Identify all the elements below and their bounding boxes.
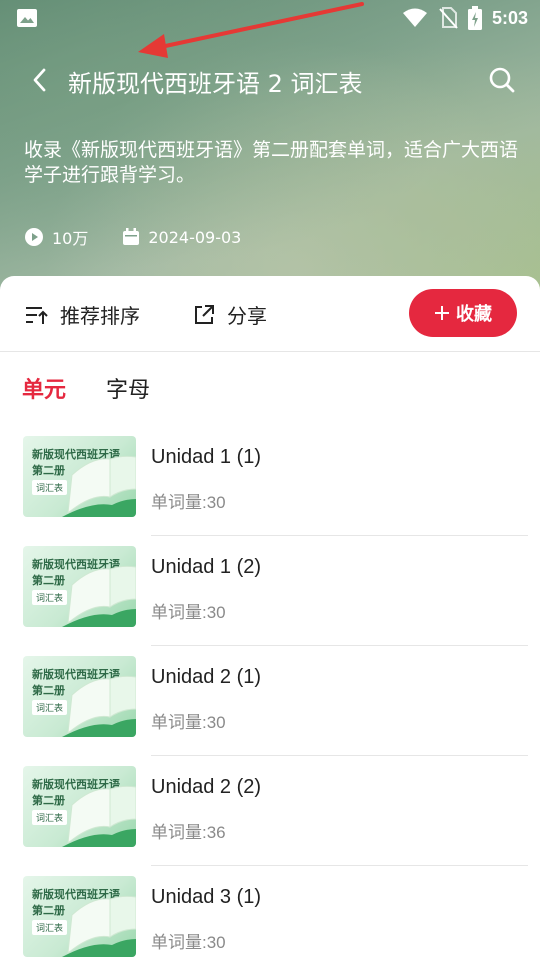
unit-list-item[interactable]: 新版现代西班牙语 第二册 词汇表 Unidad 2 (2) 单词量:36: [0, 756, 540, 866]
top-app-bar: 新版现代西班牙语 2 词汇表: [0, 50, 540, 110]
open-book-icon: [62, 565, 136, 627]
back-button[interactable]: [22, 62, 58, 98]
favorite-label: 收藏: [456, 304, 492, 325]
book-cover-thumbnail: 新版现代西班牙语 第二册 词汇表: [23, 436, 136, 517]
book-cover-thumbnail: 新版现代西班牙语 第二册 词汇表: [23, 876, 136, 957]
back-arrow-icon: [33, 68, 46, 92]
cover-volume: 第二册: [32, 574, 65, 587]
cover-volume: 第二册: [32, 904, 65, 917]
action-bar: 推荐排序 分享 收藏: [0, 276, 540, 352]
book-cover-thumbnail: 新版现代西班牙语 第二册 词汇表: [23, 546, 136, 627]
share-label: 分享: [227, 304, 267, 328]
unit-title: Unidad 2 (1): [151, 666, 262, 688]
tab-bar: 单元 字母: [22, 372, 150, 404]
sort-button[interactable]: 推荐排序: [24, 300, 140, 329]
unit-list-item[interactable]: 新版现代西班牙语 第二册 词汇表 Unidad 1 (2) 单词量:30: [0, 536, 540, 646]
tab-alphabet[interactable]: 字母: [106, 372, 150, 404]
play-count-label: 10万: [52, 229, 89, 248]
plus-icon: [435, 306, 449, 320]
open-book-icon: [62, 895, 136, 957]
unit-list-item[interactable]: 新版现代西班牙语 第二册 词汇表 Unidad 1 (1) 单词量:30: [0, 426, 540, 536]
publish-date-label: 2024-09-03: [148, 227, 242, 247]
search-icon: [489, 67, 515, 93]
collection-description: 收录《新版现代西班牙语》第二册配套单词，适合广大西语学子进行跟背学习。: [24, 139, 519, 186]
unit-word-count: 单词量:30: [151, 713, 226, 732]
status-time: 5:03: [491, 7, 528, 28]
status-bar: 5:03: [0, 0, 540, 36]
cover-volume: 第二册: [32, 794, 65, 807]
unit-title: Unidad 2 (2): [151, 776, 262, 798]
play-count: 10万: [24, 225, 88, 249]
play-circle-icon: [25, 228, 43, 246]
share-button[interactable]: 分享: [193, 300, 267, 329]
content-sheet: 推荐排序 分享 收藏 单元 字母 新版现代西班牙语 第二册 词汇表 Unidad…: [0, 276, 540, 960]
unit-word-count: 单词量:30: [151, 603, 226, 622]
book-cover-thumbnail: 新版现代西班牙语 第二册 词汇表: [23, 656, 136, 737]
search-button[interactable]: [484, 62, 520, 98]
publish-date: 2024-09-03: [122, 228, 241, 247]
calendar-icon: [123, 228, 140, 245]
unit-word-count: 单词量:30: [151, 933, 226, 952]
unit-word-count: 单词量:30: [151, 493, 226, 512]
battery-charging-icon: [467, 6, 482, 30]
unit-list: 新版现代西班牙语 第二册 词汇表 Unidad 1 (1) 单词量:30 新版现…: [0, 426, 540, 960]
collection-meta: 10万 2024-09-03: [24, 224, 275, 250]
open-book-icon: [62, 785, 136, 847]
open-book-icon: [62, 455, 136, 517]
unit-list-item[interactable]: 新版现代西班牙语 第二册 词汇表 Unidad 2 (1) 单词量:30: [0, 646, 540, 756]
unit-title: Unidad 1 (2): [151, 556, 262, 578]
image-icon: [17, 9, 37, 27]
no-sim-icon: [439, 7, 458, 29]
tab-units[interactable]: 单元: [22, 372, 66, 404]
favorite-button[interactable]: 收藏: [409, 289, 517, 337]
sort-icon: [26, 306, 48, 324]
unit-title: Unidad 1 (1): [151, 446, 262, 468]
cover-volume: 第二册: [32, 684, 65, 697]
sort-label: 推荐排序: [60, 304, 140, 328]
cover-volume: 第二册: [32, 464, 65, 477]
unit-title: Unidad 3 (1): [151, 886, 262, 908]
book-cover-thumbnail: 新版现代西班牙语 第二册 词汇表: [23, 766, 136, 847]
open-book-icon: [62, 675, 136, 737]
page-title: 新版现代西班牙语 2 词汇表: [68, 70, 363, 98]
share-icon: [195, 304, 214, 324]
wifi-icon: [402, 8, 427, 27]
unit-word-count: 单词量:36: [151, 823, 226, 842]
unit-list-item[interactable]: 新版现代西班牙语 第二册 词汇表 Unidad 3 (1) 单词量:30: [0, 866, 540, 960]
